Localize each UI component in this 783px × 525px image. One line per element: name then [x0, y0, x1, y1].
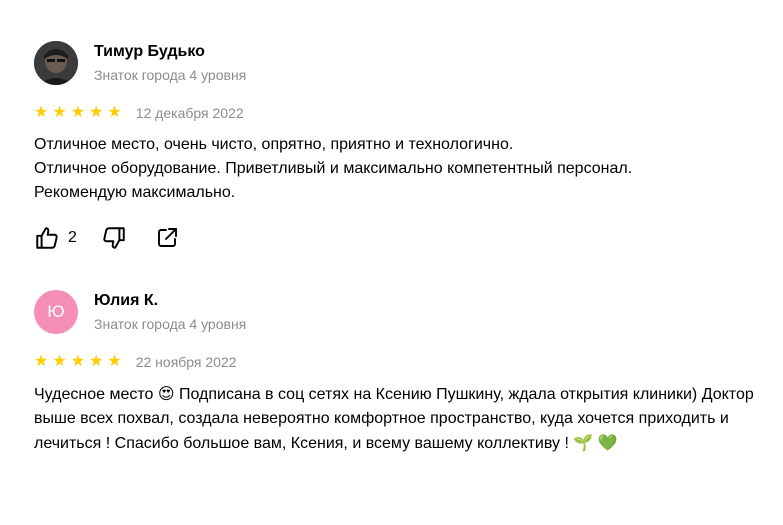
star-icon: ★ [70, 353, 86, 370]
review-text: Чудесное место 😍 Подписана в соц сетях н… [34, 382, 764, 456]
star-icon: ★ [107, 104, 122, 121]
like-button[interactable]: 2 [34, 225, 77, 251]
author-level: Знаток города 4 уровня [94, 316, 247, 332]
share-button[interactable] [155, 226, 179, 250]
avatar[interactable] [34, 41, 78, 85]
star-icon: ★ [70, 104, 86, 121]
like-count: 2 [68, 229, 77, 246]
avatar-letter: Ю [47, 302, 65, 321]
author-name[interactable]: Юлия К. [94, 291, 246, 311]
avatar[interactable]: Ю [34, 290, 78, 334]
star-icon: ★ [52, 353, 67, 370]
review-meta: ★ ★ ★ ★ ★ 12 декабря 2022 [34, 103, 764, 123]
star-icon: ★ [107, 353, 122, 370]
review-text-part: Чудесное место [34, 386, 154, 403]
rating-stars: ★ ★ ★ ★ ★ [34, 354, 122, 370]
smiling-face-with-heart-eyes-icon: 😍 [157, 384, 175, 403]
star-icon: ★ [52, 104, 67, 121]
review-date: 22 ноября 2022 [135, 354, 237, 370]
dislike-button[interactable] [101, 225, 127, 251]
review-card: Тимур Будько Знаток города 4 уровня ★ ★ … [34, 40, 764, 251]
star-icon: ★ [34, 104, 49, 121]
rating-stars: ★ ★ ★ ★ ★ [34, 105, 122, 121]
thumb-down-icon [103, 227, 125, 249]
review-date: 12 декабря 2022 [135, 105, 244, 121]
review-meta: ★ ★ ★ ★ ★ 22 ноября 2022 [34, 352, 764, 372]
review-card: Ю Юлия К. Знаток города 4 уровня ★ ★ ★ ★… [34, 289, 764, 456]
review-actions: 2 [34, 225, 764, 251]
author-info: Юлия К. Знаток города 4 уровня [94, 291, 246, 333]
green-heart-icon: 💚 [597, 433, 618, 452]
review-author: Ю Юлия К. Знаток города 4 уровня [34, 289, 764, 335]
review-text: Отличное место, очень чисто, опрятно, пр… [34, 136, 633, 201]
share-icon [157, 228, 177, 247]
author-level: Знаток города 4 уровня [94, 67, 247, 83]
review-author: Тимур Будько Знаток города 4 уровня [34, 40, 764, 86]
seedling-icon: 🌱 [573, 433, 594, 452]
thumb-up-icon [36, 227, 58, 249]
author-name[interactable]: Тимур Будько [94, 42, 246, 62]
author-info: Тимур Будько Знаток города 4 уровня [94, 42, 246, 84]
star-icon: ★ [34, 353, 49, 370]
star-icon: ★ [89, 104, 104, 121]
star-icon: ★ [89, 353, 104, 370]
